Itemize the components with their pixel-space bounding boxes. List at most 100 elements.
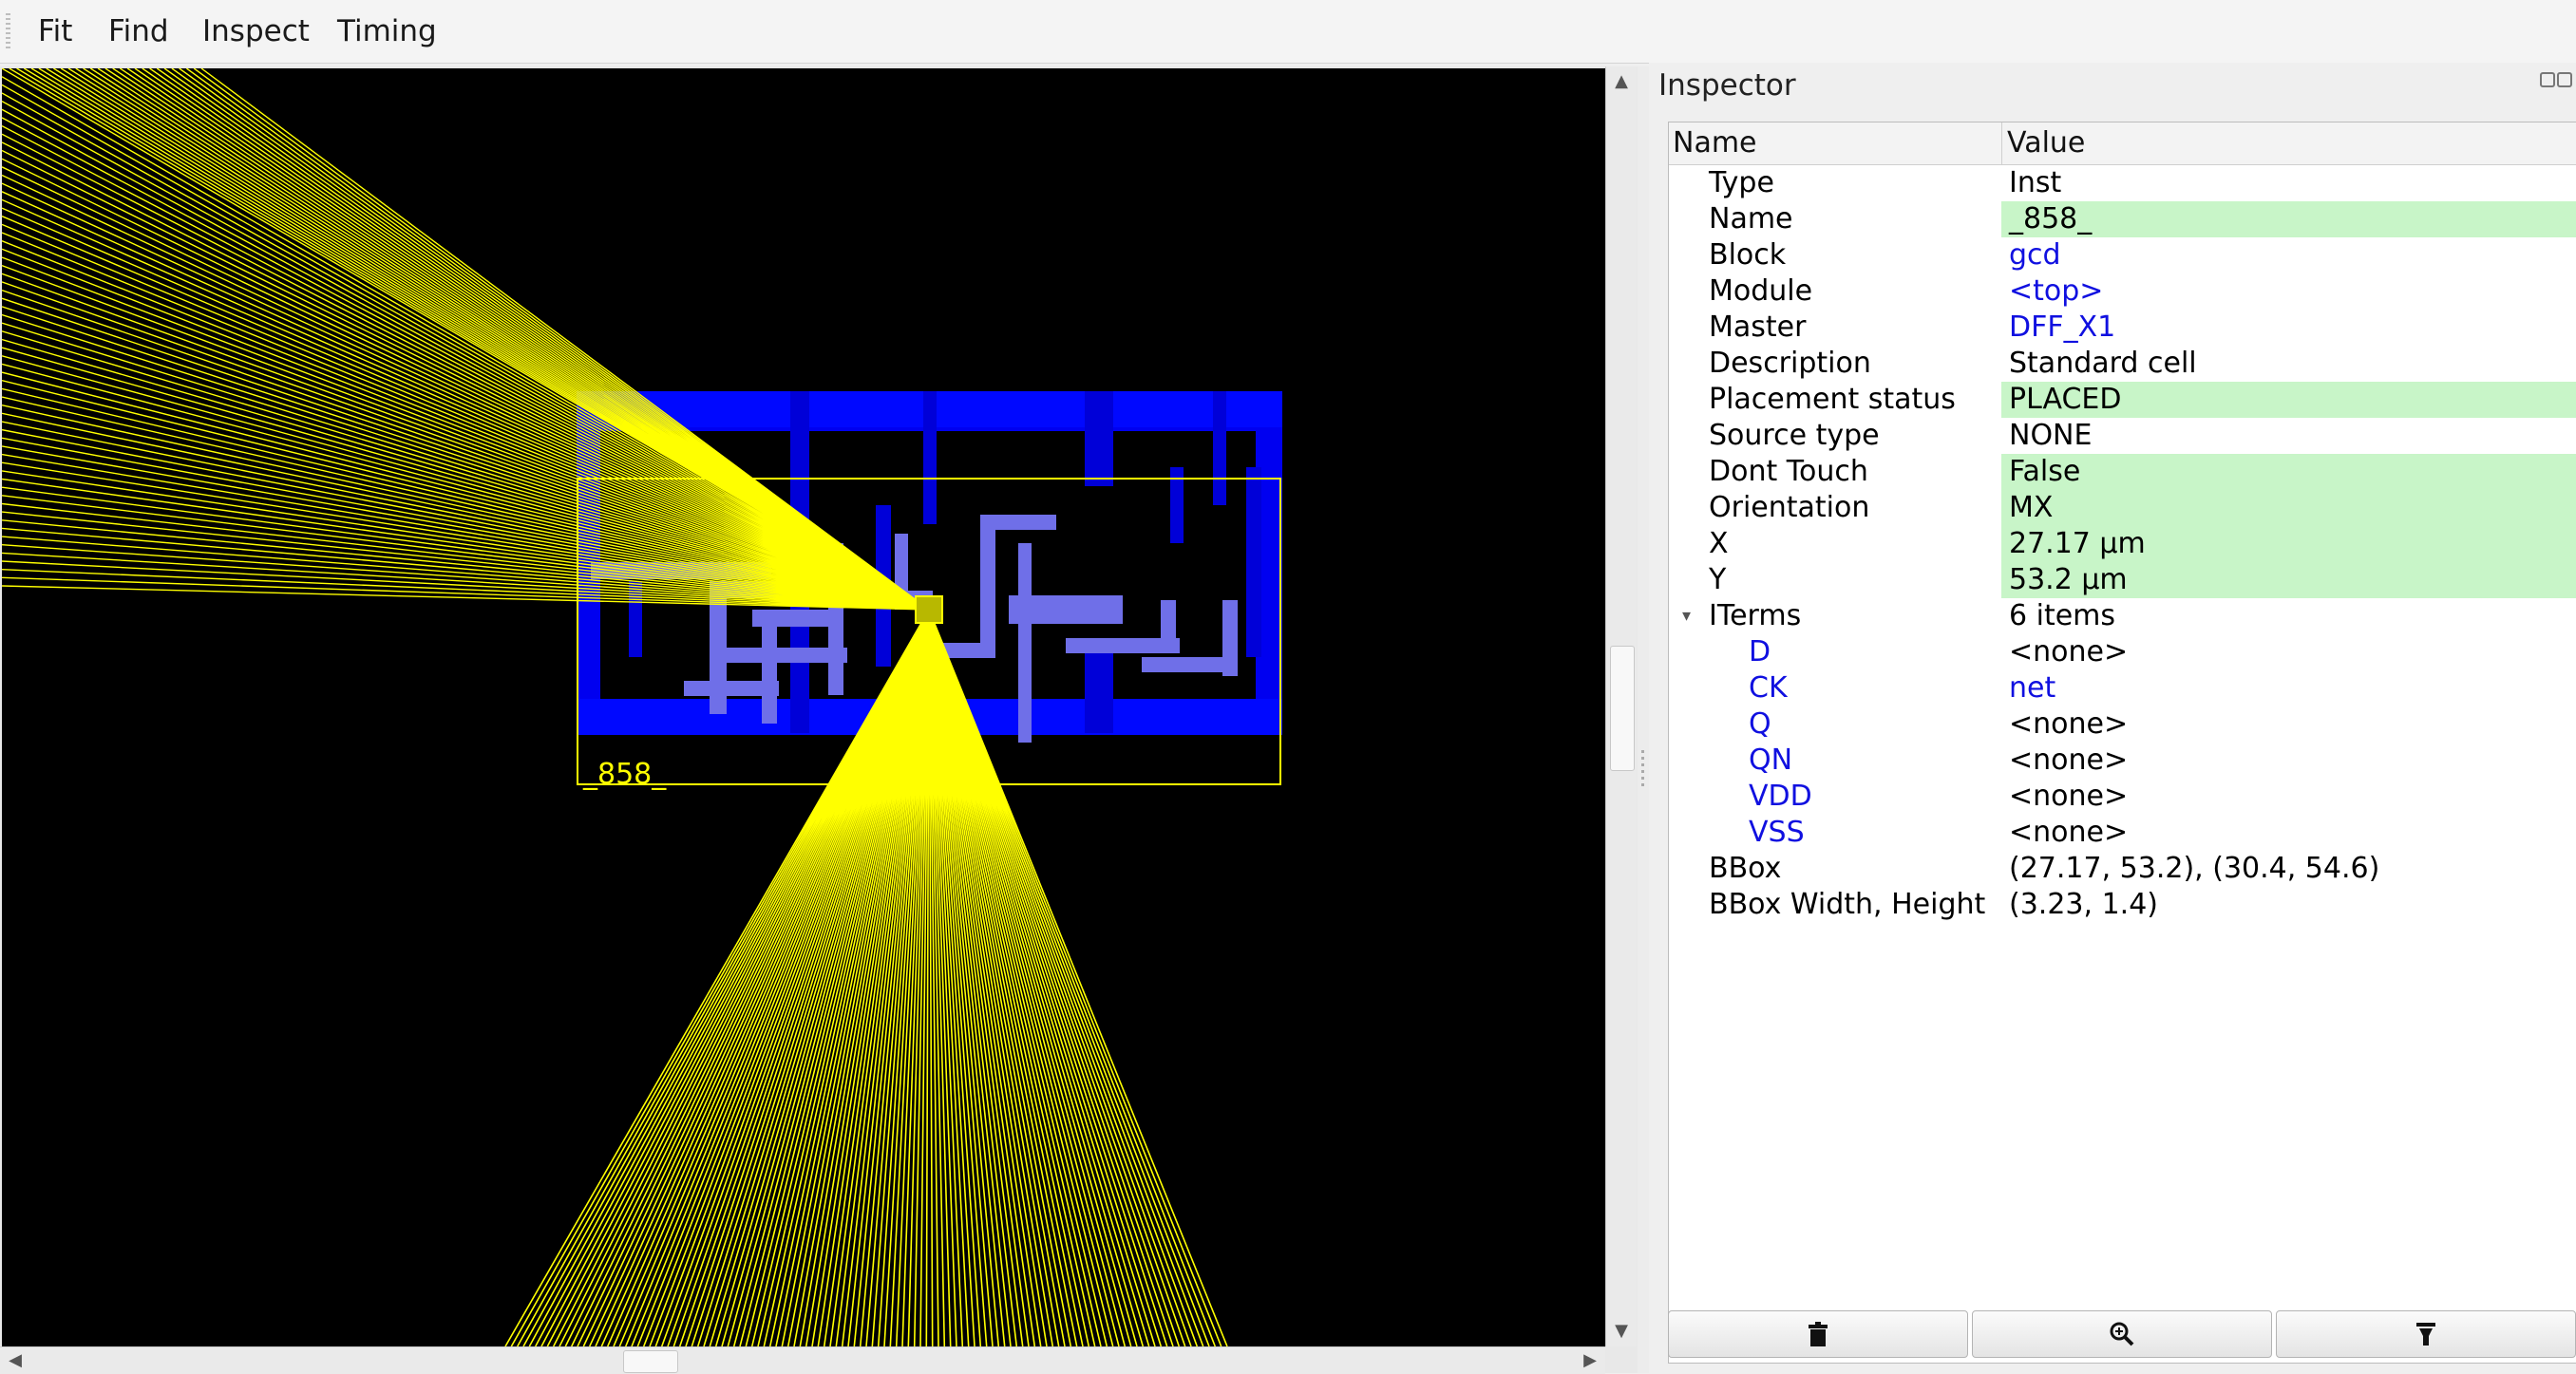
property-name: Type — [1709, 166, 1774, 199]
column-header-name[interactable]: Name — [1673, 122, 1757, 164]
property-value: (27.17, 53.2), (30.4, 54.6) — [2009, 852, 2380, 885]
scroll-left-icon[interactable]: ◀ — [2, 1347, 28, 1374]
expand-arrow-icon[interactable]: ▾ — [1682, 598, 1691, 634]
property-name: Placement status — [1709, 383, 1956, 416]
table-row[interactable]: Dont Touch False — [1669, 454, 2576, 490]
property-name: Orientation — [1709, 491, 1870, 524]
property-value: <none> — [2009, 780, 2129, 813]
property-name: BBox — [1709, 852, 1782, 885]
property-name: Block — [1709, 238, 1787, 272]
property-value[interactable]: 27.17 μm — [2001, 526, 2576, 562]
table-row[interactable]: QN <none> — [1669, 743, 2576, 779]
property-value: 6 items — [2009, 599, 2116, 632]
property-value: <none> — [2009, 816, 2129, 849]
zoom-icon — [2110, 1322, 2134, 1346]
table-row[interactable]: Description Standard cell — [1669, 346, 2576, 382]
property-name[interactable]: QN — [1749, 743, 1792, 779]
menu-fit[interactable]: Fit — [38, 11, 72, 51]
property-value[interactable]: <top> — [2001, 273, 2576, 310]
property-value: <none> — [2009, 743, 2129, 777]
inspector-table[interactable]: Name Value Type Inst Name _858_ Block gcd Modu… — [1668, 122, 2576, 1364]
table-row[interactable]: VDD <none> — [1669, 779, 2576, 815]
property-name: X — [1709, 527, 1729, 560]
table-row[interactable]: D <none> — [1669, 634, 2576, 670]
layout-canvas[interactable]: _858_ 0 700nm — [2, 68, 1605, 1346]
table-header: Name Value — [1669, 122, 2576, 165]
inspector-title: Inspector — [1658, 68, 1796, 103]
column-header-value[interactable]: Value — [2007, 122, 2085, 164]
dock-buttons[interactable] — [2538, 72, 2576, 97]
close-icon[interactable] — [2557, 72, 2572, 87]
property-name[interactable]: D — [1749, 634, 1771, 670]
property-name: Module — [1709, 274, 1813, 308]
table-row[interactable]: CK net — [1669, 670, 2576, 706]
property-name: Description — [1709, 347, 1871, 380]
menu-inspect[interactable]: Inspect — [202, 11, 310, 51]
table-row[interactable]: Q <none> — [1669, 706, 2576, 743]
property-value[interactable]: MX — [2001, 490, 2576, 526]
instance-label: _858_ — [582, 758, 667, 791]
table-body: Type Inst Name _858_ Block gcd Module <top> Mast… — [1669, 165, 2576, 923]
dock-splitter[interactable] — [1638, 66, 1649, 1373]
table-row[interactable]: X 27.17 μm — [1669, 526, 2576, 562]
scale-bar — [23, 1326, 175, 1346]
highlight-icon — [2416, 1323, 2435, 1346]
property-name: ITerms — [1709, 599, 1802, 632]
layout-view: _858_ 0 700nm ▲ ▼ ◀ ▶ — [0, 66, 1638, 1374]
table-row[interactable]: Placement status PLACED — [1669, 382, 2576, 418]
table-row[interactable]: Orientation MX — [1669, 490, 2576, 526]
scroll-down-icon[interactable]: ▼ — [1608, 1318, 1635, 1345]
property-value[interactable]: False — [2001, 454, 2576, 490]
zoom-to-button[interactable] — [1972, 1310, 2272, 1358]
table-row[interactable]: VSS <none> — [1669, 815, 2576, 851]
vertical-scroll-thumb[interactable] — [1610, 646, 1635, 771]
property-value[interactable]: PLACED — [2001, 382, 2576, 418]
selected-pin — [915, 595, 943, 624]
toolbar-grip[interactable] — [6, 13, 10, 51]
table-row[interactable]: Block gcd — [1669, 237, 2576, 273]
property-name[interactable]: Q — [1749, 706, 1771, 743]
property-name[interactable]: CK — [1749, 670, 1788, 706]
table-row[interactable]: Source type NONE — [1669, 418, 2576, 454]
property-name: Y — [1709, 563, 1727, 596]
flylines-upper — [2, 68, 930, 611]
table-row[interactable]: Type Inst — [1669, 165, 2576, 201]
vertical-scrollbar[interactable]: ▲ ▼ — [1605, 66, 1637, 1346]
property-value: NONE — [2009, 419, 2093, 452]
horizontal-scrollbar[interactable]: ◀ ▶ — [0, 1346, 1605, 1374]
property-value[interactable]: _858_ — [2001, 201, 2576, 237]
trash-icon — [1809, 1322, 1828, 1346]
property-value: <none> — [2009, 635, 2129, 668]
property-name: Source type — [1709, 419, 1880, 452]
table-row[interactable]: BBox (27.17, 53.2), (30.4, 54.6) — [1669, 851, 2576, 887]
table-row[interactable]: Master DFF_X1 — [1669, 310, 2576, 346]
table-row[interactable]: Name _858_ — [1669, 201, 2576, 237]
scroll-right-icon[interactable]: ▶ — [1577, 1347, 1603, 1374]
property-value: <none> — [2009, 707, 2129, 741]
property-value[interactable]: gcd — [2001, 237, 2576, 273]
property-value[interactable]: DFF_X1 — [2001, 310, 2576, 346]
property-name: BBox Width, Height — [1709, 888, 1986, 921]
table-row[interactable]: Y 53.2 μm — [1669, 562, 2576, 598]
property-name: Dont Touch — [1709, 455, 1868, 488]
inspector-dock: Inspector Name Value Type Inst Name _858_ Bl… — [1649, 63, 2576, 1373]
menu-bar: Fit Find Inspect Timing — [0, 0, 2576, 64]
property-name[interactable]: VSS — [1749, 815, 1805, 851]
scroll-up-icon[interactable]: ▲ — [1608, 68, 1635, 95]
float-icon[interactable] — [2540, 72, 2555, 87]
table-row[interactable]: ▾ ITerms 6 items — [1669, 598, 2576, 634]
menu-timing[interactable]: Timing — [337, 11, 437, 51]
property-name: Name — [1709, 202, 1793, 235]
table-row[interactable]: Module <top> — [1669, 273, 2576, 310]
table-row[interactable]: BBox Width, Height (3.23, 1.4) — [1669, 887, 2576, 923]
property-name[interactable]: VDD — [1749, 779, 1812, 815]
deselect-button[interactable] — [1668, 1310, 1968, 1358]
property-value[interactable]: net — [2001, 670, 2576, 706]
highlight-button[interactable] — [2276, 1310, 2576, 1358]
property-value: Standard cell — [2009, 347, 2197, 380]
property-value[interactable]: 53.2 μm — [2001, 562, 2576, 598]
property-value: Inst — [2009, 166, 2062, 199]
layout-drawing[interactable]: _858_ 0 700nm — [2, 68, 1605, 1346]
horizontal-scroll-thumb[interactable] — [623, 1350, 678, 1373]
menu-find[interactable]: Find — [108, 11, 169, 51]
